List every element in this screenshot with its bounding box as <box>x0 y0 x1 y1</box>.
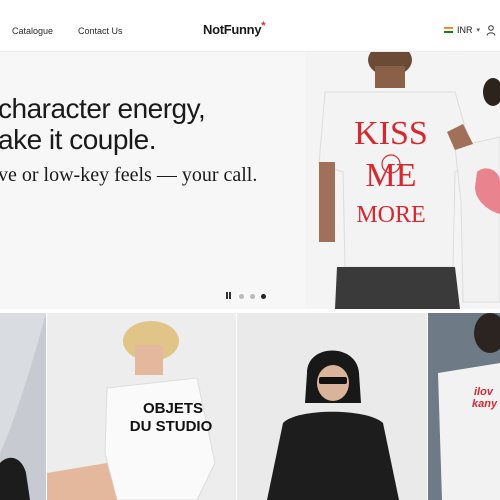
hero-headline-line2: ake it couple. <box>0 124 157 155</box>
shirt-print-du-studio: DU STUDIO <box>130 418 213 435</box>
hero-couple-image: KISS ME MORE <box>305 52 500 309</box>
pause-icon[interactable] <box>225 292 233 300</box>
logo-text: NotFunny <box>203 22 262 37</box>
product-strip: OBJETS DU STUDIO ilov kany <box>0 313 500 500</box>
shirt-print-ilove: ilov <box>474 386 494 398</box>
brand-logo[interactable]: NotFunny* <box>203 20 266 37</box>
shirt-print-kiss: KISS <box>354 115 428 152</box>
slide-dot-2[interactable] <box>250 293 255 299</box>
currency-selector[interactable]: INR ▾ <box>444 25 480 35</box>
product-card-2[interactable]: OBJETS DU STUDIO <box>47 313 236 500</box>
shirt-print-more: MORE <box>356 202 425 228</box>
site-header: Catalogue Contact Us NotFunny* INR ▾ <box>0 0 500 52</box>
nav-catalogue-link[interactable]: Catalogue <box>12 26 53 36</box>
nav-contact-link[interactable]: Contact Us <box>78 26 123 36</box>
hero-headline-line1: character energy, <box>0 93 206 124</box>
slide-dot-1[interactable] <box>239 293 244 299</box>
user-icon[interactable] <box>486 25 496 36</box>
slide-dot-3[interactable] <box>261 293 266 299</box>
india-flag-icon <box>444 26 453 34</box>
product-image-2: OBJETS DU STUDIO <box>47 313 236 500</box>
logo-star: * <box>261 20 266 32</box>
hero-banner[interactable]: character energy, ake it couple. ve or l… <box>0 52 500 309</box>
product-image-1 <box>0 313 46 500</box>
shirt-print-me: ME <box>366 157 417 194</box>
product-card-1[interactable] <box>0 313 46 500</box>
product-image-4: ilov kany <box>428 313 500 500</box>
shirt-print-kanye: kany <box>472 398 498 410</box>
product-card-3[interactable] <box>237 313 427 500</box>
shirt-print-objets: OBJETS <box>143 400 203 417</box>
chevron-down-icon: ▾ <box>476 27 481 34</box>
currency-label: INR <box>457 25 473 35</box>
product-image-3 <box>237 313 427 500</box>
hero-subtitle: ve or low-key feels — your call. <box>0 164 258 186</box>
product-card-4[interactable]: ilov kany <box>428 313 500 500</box>
slider-controls <box>225 292 266 300</box>
